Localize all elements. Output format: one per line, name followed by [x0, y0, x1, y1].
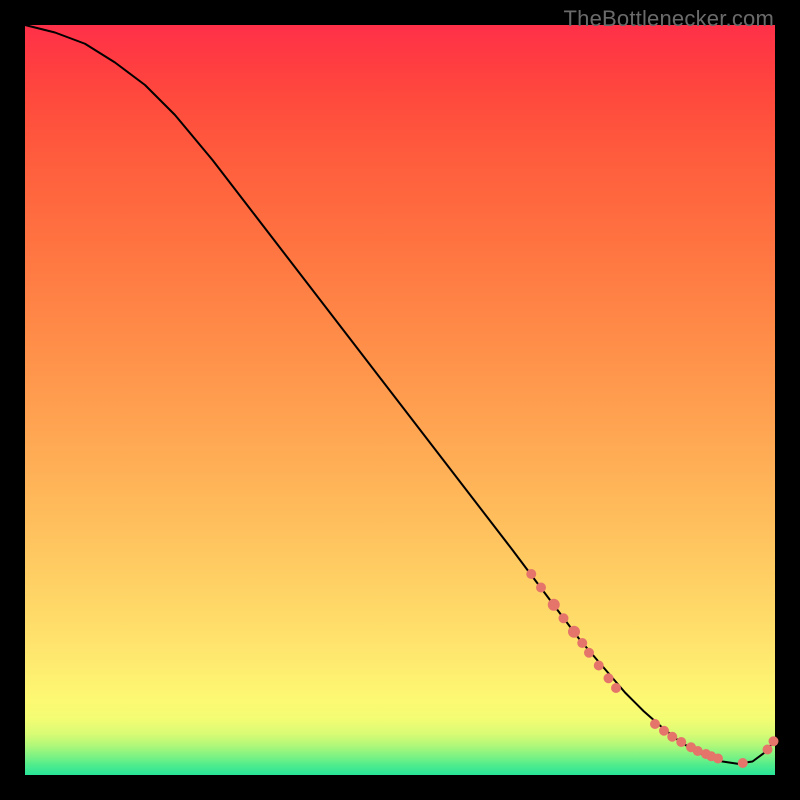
chart-svg: [25, 25, 775, 775]
data-marker: [548, 599, 560, 611]
markers-group: [526, 569, 778, 768]
data-marker: [536, 583, 546, 593]
data-marker: [577, 638, 587, 648]
data-marker: [611, 683, 621, 693]
bottleneck-curve: [25, 25, 775, 764]
data-marker: [769, 736, 779, 746]
data-marker: [713, 754, 723, 764]
chart-stage: TheBottlenecker.com: [0, 0, 800, 800]
data-marker: [676, 737, 686, 747]
data-marker: [526, 569, 536, 579]
data-marker: [584, 648, 594, 658]
data-marker: [650, 719, 660, 729]
data-marker: [659, 726, 669, 736]
data-marker: [568, 626, 580, 638]
plot-area: [25, 25, 775, 775]
data-marker: [738, 758, 748, 768]
data-marker: [604, 673, 614, 683]
data-marker: [667, 732, 677, 742]
data-marker: [763, 745, 773, 755]
data-marker: [559, 613, 569, 623]
data-marker: [594, 661, 604, 671]
watermark-text: TheBottlenecker.com: [564, 6, 774, 32]
